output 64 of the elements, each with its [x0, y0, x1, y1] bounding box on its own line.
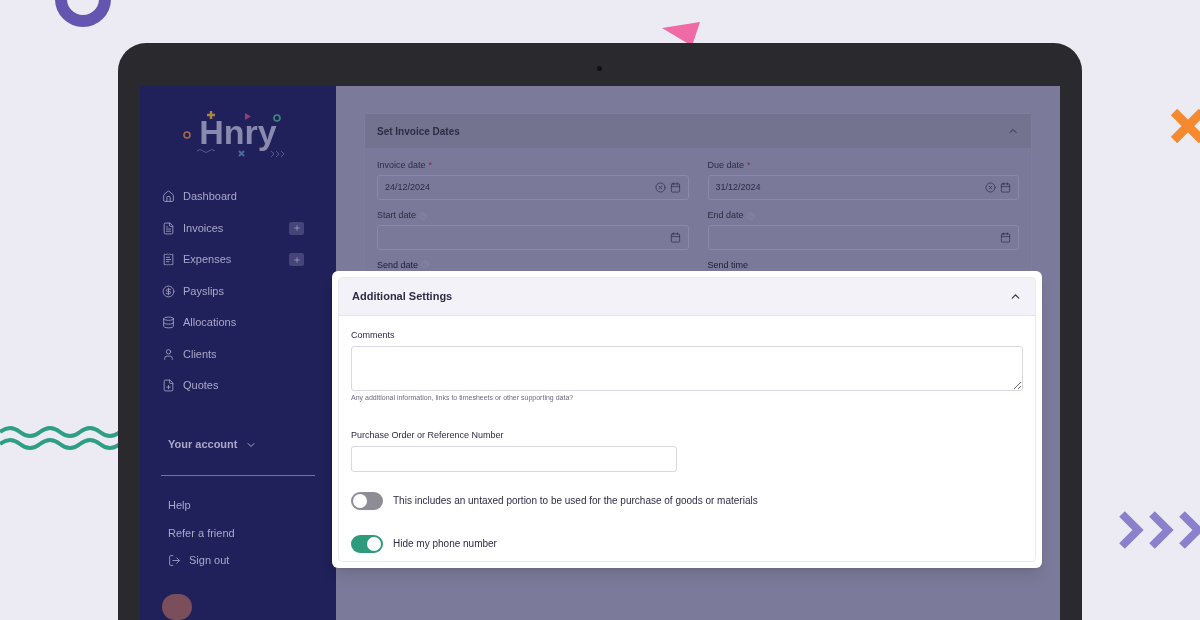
person-icon: [162, 347, 175, 361]
add-button[interactable]: [289, 221, 304, 235]
clear-icon[interactable]: [654, 182, 666, 193]
add-button[interactable]: [289, 253, 304, 267]
calendar-icon[interactable]: [669, 182, 681, 193]
field-label: Send date: [377, 260, 419, 271]
clear-icon[interactable]: [985, 182, 996, 193]
document-icon: [162, 221, 175, 235]
date-field[interactable]: [377, 225, 689, 250]
home-icon: [162, 190, 175, 204]
nav-item[interactable]: Expenses: [162, 243, 304, 276]
toggle-label: This includes an untaxed portion to be used for the purchase of goods or materials: [393, 494, 758, 508]
plus-icon: [292, 224, 301, 233]
field-label: Purchase Order or Reference Number: [351, 428, 505, 441]
calendar-icon[interactable]: [1000, 232, 1011, 243]
camera-icon: [597, 66, 602, 71]
nav-label: Clients: [183, 346, 217, 362]
toggle-label: Hide my phone number: [393, 537, 497, 551]
account-menu[interactable]: Your account: [168, 436, 258, 453]
nav-item[interactable]: Clients: [162, 338, 304, 370]
nav-item[interactable]: Payslips: [162, 275, 304, 307]
calendar-icon[interactable]: [1000, 182, 1011, 193]
nav-label: Dashboard: [183, 189, 237, 205]
required-asterisk: *: [428, 159, 433, 173]
nav-item[interactable]: Invoices: [162, 212, 304, 244]
nav-label: Quotes: [183, 378, 219, 394]
nav-label: Allocations: [183, 315, 237, 331]
triangle-decoration: [662, 22, 700, 46]
field-label: Send time: [707, 260, 749, 271]
receipt-icon: [162, 253, 175, 267]
nav-label: Expenses: [183, 252, 232, 268]
plus-icon: [292, 255, 301, 264]
comments-field[interactable]: [351, 346, 1023, 391]
date-value: 31/12/2024: [715, 180, 761, 194]
field-label: Due date: [707, 159, 745, 173]
sign-out-link[interactable]: Sign out: [168, 552, 230, 569]
nav-label: Invoices: [183, 220, 224, 236]
section-header[interactable]: Additional Settings: [339, 278, 1035, 316]
nav-item[interactable]: Quotes: [162, 369, 304, 402]
field-label: End date: [707, 209, 744, 223]
database-icon: [162, 316, 175, 330]
nav-label: Payslips: [183, 283, 224, 299]
file-plus-icon: [162, 379, 175, 393]
date-value: 24/12/2024: [385, 180, 431, 194]
section-title: Additional Settings: [352, 289, 453, 305]
toggle-switch[interactable]: [351, 534, 383, 553]
dollar-coin-icon: [162, 284, 175, 298]
nav-item[interactable]: Dashboard: [162, 180, 304, 213]
section-title: Set Invoice Dates: [377, 124, 460, 139]
logo-text: Hnry: [199, 113, 277, 152]
calendar-icon[interactable]: [669, 232, 681, 243]
toggle-switch[interactable]: [351, 491, 383, 510]
footer-link[interactable]: Refer a friend: [168, 524, 235, 542]
sign-out-icon: [168, 553, 181, 567]
nav-item[interactable]: Allocations: [162, 306, 304, 339]
reference-field[interactable]: [351, 445, 677, 472]
field-label: Start date: [377, 209, 417, 223]
cross-decoration: [1168, 106, 1200, 146]
footer-link[interactable]: Help: [168, 497, 191, 514]
required-asterisk: *: [747, 159, 751, 173]
date-field[interactable]: [707, 225, 1019, 250]
avatar[interactable]: [162, 594, 192, 620]
field-label: Invoice date: [377, 159, 426, 173]
field-label: Comments: [351, 329, 396, 341]
